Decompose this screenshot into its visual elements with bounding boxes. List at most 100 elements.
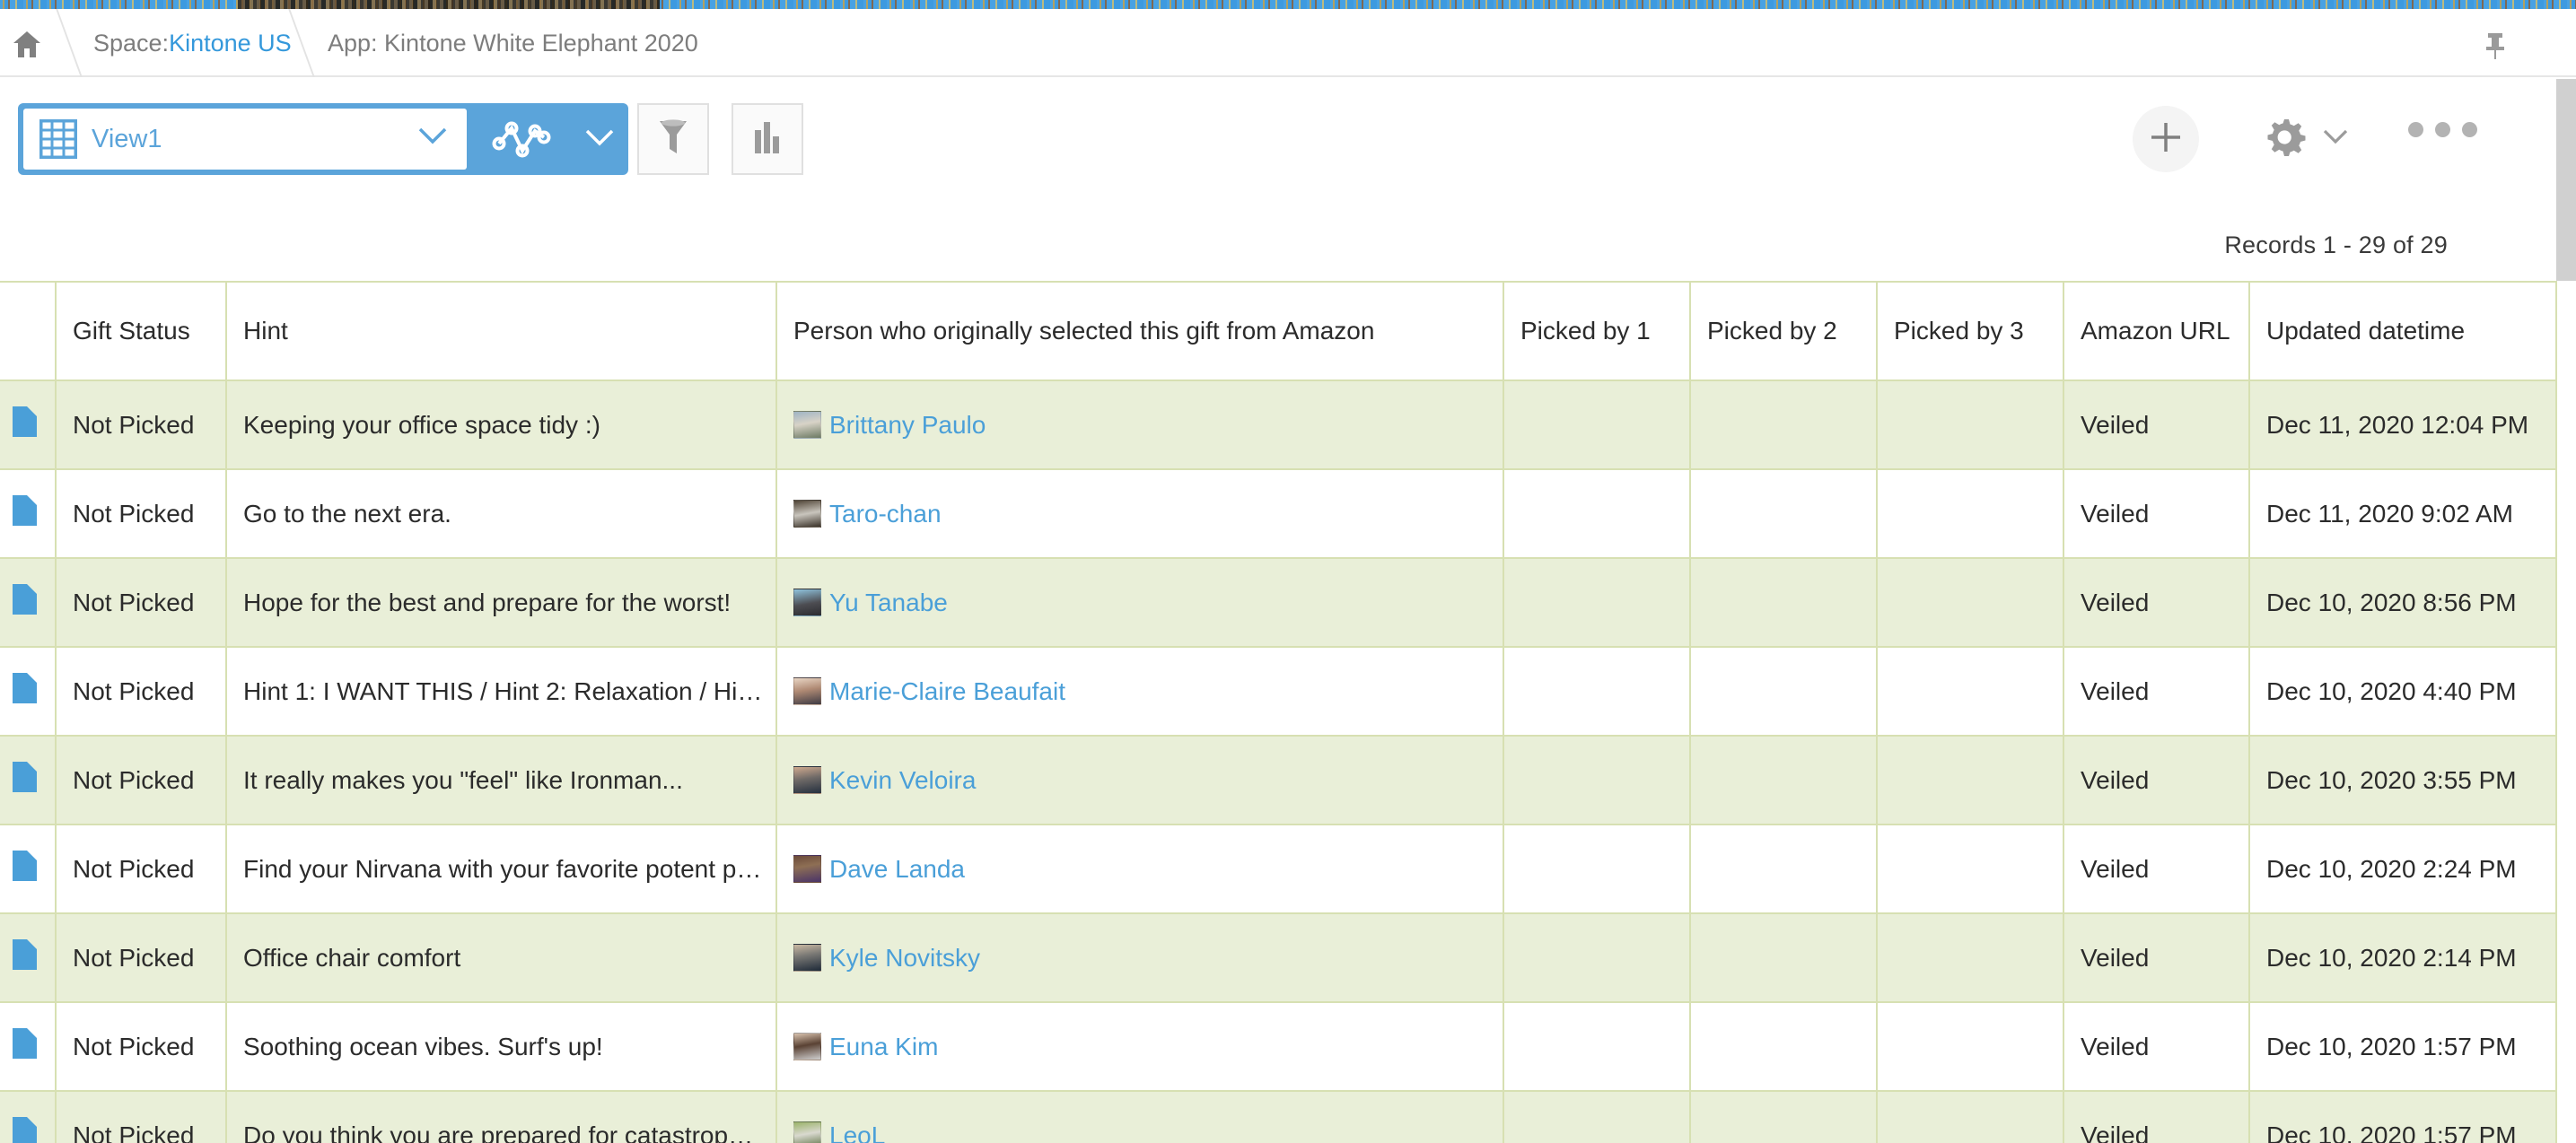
table-row[interactable]: Not Picked Go to the next era. Taro-chan Ve… xyxy=(0,469,2557,559)
person-chip[interactable]: Kyle Novitsky xyxy=(793,944,1502,973)
cell-person[interactable]: Dave Landa xyxy=(776,825,1504,914)
chart-chevron-down-icon[interactable] xyxy=(585,128,614,151)
cell-person[interactable]: Kyle Novitsky xyxy=(776,913,1504,1003)
person-name-link[interactable]: Kyle Novitsky xyxy=(829,944,980,973)
table-grid-icon xyxy=(39,118,78,160)
record-open-cell[interactable] xyxy=(0,647,57,737)
ellipsis-icon xyxy=(2462,122,2477,137)
table-row[interactable]: Not Picked Hope for the best and prepare … xyxy=(0,558,2557,648)
person-chip[interactable]: LeoL xyxy=(793,1121,1502,1143)
person-chip[interactable]: Brittany Paulo xyxy=(793,411,1502,440)
cell-picked-by-3 xyxy=(1877,558,2064,648)
record-open-cell[interactable] xyxy=(0,558,57,648)
more-options-button[interactable] xyxy=(2408,122,2477,137)
column-header-updated-datetime[interactable]: Updated datetime xyxy=(2249,281,2557,381)
person-chip[interactable]: Euna Kim xyxy=(793,1033,1502,1061)
document-icon[interactable] xyxy=(13,851,37,881)
view-name-label: View1 xyxy=(92,124,162,153)
person-chip[interactable]: Taro-chan xyxy=(793,500,1502,528)
table-row[interactable]: Not Picked Soothing ocean vibes. Surf's u… xyxy=(0,1002,2557,1092)
document-icon[interactable] xyxy=(13,939,37,970)
table-row[interactable]: Not Picked Find your Nirvana with your fa… xyxy=(0,825,2557,914)
records-table: Gift Status Hint Person who originally s… xyxy=(0,281,2557,1143)
person-chip[interactable]: Kevin Veloira xyxy=(793,766,1502,795)
column-header-gift-status[interactable]: Gift Status xyxy=(56,281,227,381)
cell-person[interactable]: Euna Kim xyxy=(776,1002,1504,1092)
settings-button[interactable] xyxy=(2253,108,2316,170)
breadcrumb: Space: Kintone US App: Kintone White Ele… xyxy=(0,9,2576,77)
cell-person[interactable]: Kevin Veloira xyxy=(776,736,1504,825)
person-name-link[interactable]: Kevin Veloira xyxy=(829,766,976,795)
breadcrumb-space-link[interactable]: Kintone US xyxy=(169,30,292,57)
filter-button[interactable] xyxy=(637,103,709,175)
cell-updated-datetime: Dec 10, 2020 2:24 PM xyxy=(2249,825,2557,914)
view-dropdown[interactable]: View1 xyxy=(23,109,467,170)
record-open-cell[interactable] xyxy=(0,380,57,470)
person-name-link[interactable]: LeoL xyxy=(829,1121,885,1143)
column-header-person[interactable]: Person who originally selected this gift… xyxy=(776,281,1504,381)
person-chip[interactable]: Dave Landa xyxy=(793,855,1502,884)
column-header-picked-by-2[interactable]: Picked by 2 xyxy=(1690,281,1878,381)
column-header-amazon-url[interactable]: Amazon URL xyxy=(2063,281,2250,381)
cell-person[interactable]: Taro-chan xyxy=(776,469,1504,559)
cell-person[interactable]: Yu Tanabe xyxy=(776,558,1504,648)
person-name-link[interactable]: Euna Kim xyxy=(829,1033,938,1061)
cell-gift-status: Not Picked xyxy=(56,1002,227,1092)
browser-content-strip xyxy=(0,0,2576,9)
cell-person[interactable]: Marie-Claire Beaufait xyxy=(776,647,1504,737)
cell-person[interactable]: LeoL xyxy=(776,1091,1504,1143)
add-record-button[interactable] xyxy=(2133,106,2199,172)
cell-amazon-url: Veiled xyxy=(2063,558,2250,648)
person-name-link[interactable]: Dave Landa xyxy=(829,855,965,884)
cell-picked-by-3 xyxy=(1877,1002,2064,1092)
column-header-record-icon xyxy=(0,281,57,381)
table-row[interactable]: Not Picked Office chair comfort Kyle Novit… xyxy=(0,913,2557,1003)
line-chart-icon[interactable] xyxy=(485,116,558,164)
person-name-link[interactable]: Yu Tanabe xyxy=(829,589,948,617)
home-icon[interactable] xyxy=(11,29,43,59)
document-icon[interactable] xyxy=(13,495,37,526)
document-icon[interactable] xyxy=(13,584,37,615)
document-icon[interactable] xyxy=(13,1028,37,1059)
document-icon[interactable] xyxy=(13,762,37,792)
avatar xyxy=(793,500,821,528)
record-open-cell[interactable] xyxy=(0,736,57,825)
vertical-scrollbar[interactable] xyxy=(2556,79,2576,281)
person-name-link[interactable]: Brittany Paulo xyxy=(829,411,986,440)
settings-chevron-down-icon[interactable] xyxy=(2322,128,2349,149)
cell-picked-by-1 xyxy=(1503,736,1691,825)
record-open-cell[interactable] xyxy=(0,825,57,914)
cell-amazon-url: Veiled xyxy=(2063,380,2250,470)
cell-picked-by-1 xyxy=(1503,913,1691,1003)
document-icon[interactable] xyxy=(13,406,37,437)
record-open-cell[interactable] xyxy=(0,469,57,559)
cell-picked-by-3 xyxy=(1877,469,2064,559)
plus-icon xyxy=(2148,119,2184,160)
document-icon[interactable] xyxy=(13,1117,37,1143)
person-chip[interactable]: Marie-Claire Beaufait xyxy=(793,677,1502,706)
table-row[interactable]: Not Picked It really makes you "feel" lik… xyxy=(0,736,2557,825)
record-open-cell[interactable] xyxy=(0,1002,57,1092)
person-chip[interactable]: Yu Tanabe xyxy=(793,589,1502,617)
column-header-picked-by-3[interactable]: Picked by 3 xyxy=(1877,281,2064,381)
view-selector[interactable]: View1 xyxy=(18,103,628,175)
cell-hint: Keeping your office space tidy :) xyxy=(226,380,777,470)
column-header-picked-by-1[interactable]: Picked by 1 xyxy=(1503,281,1691,381)
pushpin-icon[interactable] xyxy=(2477,28,2513,64)
table-row[interactable]: Not Picked Keeping your office space tidy… xyxy=(0,380,2557,470)
person-name-link[interactable]: Marie-Claire Beaufait xyxy=(829,677,1065,706)
table-row[interactable]: Not Picked Hint 1: I WANT THIS / Hint 2: … xyxy=(0,647,2557,737)
record-open-cell[interactable] xyxy=(0,913,57,1003)
cell-picked-by-1 xyxy=(1503,1091,1691,1143)
cell-gift-status: Not Picked xyxy=(56,736,227,825)
graph-button[interactable] xyxy=(732,103,803,175)
chevron-down-icon[interactable] xyxy=(418,127,447,149)
column-header-hint[interactable]: Hint xyxy=(226,281,777,381)
avatar xyxy=(793,677,821,705)
cell-person[interactable]: Brittany Paulo xyxy=(776,380,1504,470)
person-name-link[interactable]: Taro-chan xyxy=(829,500,942,528)
record-open-cell[interactable] xyxy=(0,1091,57,1143)
cell-picked-by-2 xyxy=(1690,469,1878,559)
table-row[interactable]: Not Picked Do you think you are prepared … xyxy=(0,1091,2557,1143)
document-icon[interactable] xyxy=(13,673,37,703)
